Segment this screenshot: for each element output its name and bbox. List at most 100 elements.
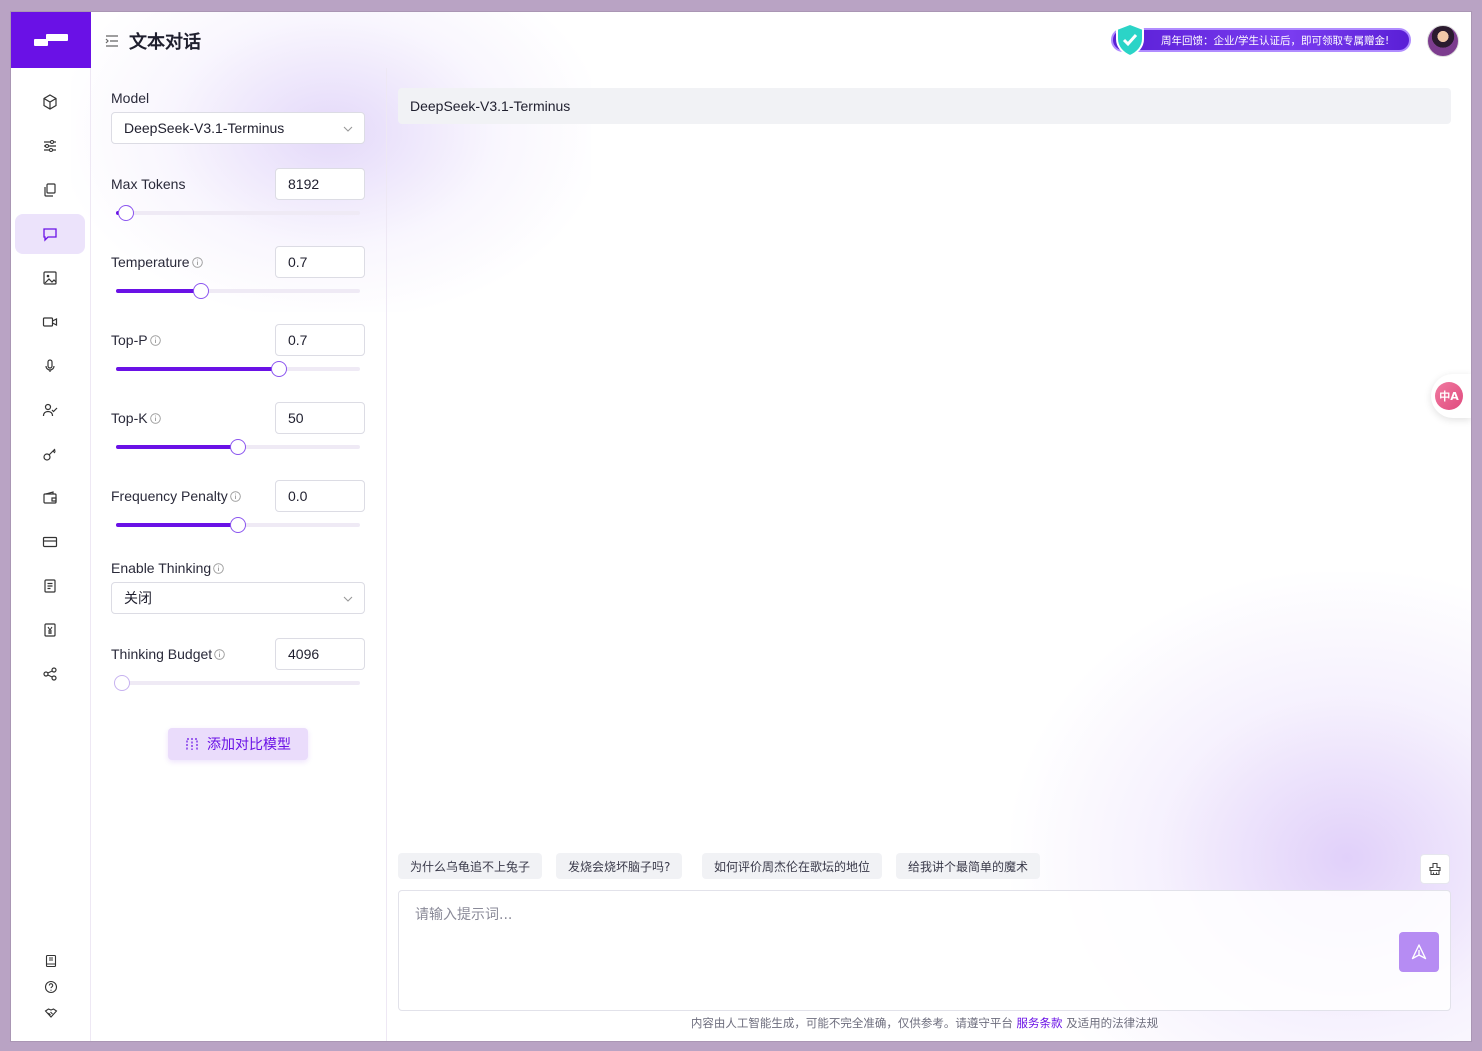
thinking-budget-slider[interactable] <box>114 675 360 691</box>
promo-banner[interactable]: 周年回馈：企业/学生认证后，即可领取专属赠金! <box>1111 22 1411 58</box>
frequency-penalty-value: 0.0 <box>288 488 308 504</box>
model-select[interactable]: DeepSeek-V3.1-Terminus <box>111 112 365 144</box>
app-window: 文本对话 周年回馈：企业/学生认证后，即可领取专属赠金! Model DeepS… <box>11 12 1471 1041</box>
prompt-input[interactable]: 请输入提示词... <box>398 890 1451 1011</box>
info-icon[interactable] <box>213 562 224 574</box>
sidebar-item-docs[interactable] <box>15 566 85 606</box>
add-compare-model-button[interactable]: 添加对比模型 <box>168 728 308 760</box>
max-tokens-slider[interactable] <box>116 205 360 221</box>
app-logo[interactable] <box>11 12 91 68</box>
menu-toggle-icon[interactable] <box>105 35 119 47</box>
model-label: Model <box>111 90 149 106</box>
top-k-slider-handle[interactable] <box>230 439 246 455</box>
sidebar-item-help[interactable] <box>11 980 91 994</box>
thinking-budget-input[interactable]: 4096 <box>275 638 365 670</box>
sidebar-item-models[interactable] <box>15 82 85 122</box>
key-icon <box>43 448 56 461</box>
top-k-slider-fill <box>116 445 238 449</box>
model-label-text: Model <box>111 90 150 106</box>
temperature-label-text: Temperature <box>111 254 190 270</box>
frequency-penalty-slider-handle[interactable] <box>230 517 246 533</box>
info-icon[interactable] <box>229 490 241 502</box>
sliders-icon <box>44 140 56 152</box>
settings-panel: Model DeepSeek-V3.1-Terminus Max Tokens … <box>91 68 387 1041</box>
current-model-name: DeepSeek-V3.1-Terminus <box>410 98 571 114</box>
max-tokens-input[interactable]: 8192 <box>275 168 365 200</box>
sidebar-item-video[interactable] <box>15 302 85 342</box>
handshake-icon <box>44 1008 58 1018</box>
suggestion-text: 为什么乌龟追不上兔子 <box>410 859 531 874</box>
broom-icon <box>1429 862 1441 876</box>
temperature-slider-fill <box>116 289 201 293</box>
thinking-budget-label: Thinking Budget <box>111 646 225 662</box>
send-icon <box>1411 944 1427 960</box>
credit-card-icon <box>42 536 58 548</box>
sidebar-item-share[interactable] <box>15 654 85 694</box>
temperature-slider[interactable] <box>116 283 360 299</box>
chevron-down-icon <box>343 596 353 602</box>
user-check-icon <box>42 403 58 417</box>
prompt-placeholder: 请输入提示词... <box>415 907 513 923</box>
suggestion-text: 如何评价周杰伦在歌坛的地位 <box>714 859 871 874</box>
sidebar-item-partners[interactable] <box>11 1006 91 1020</box>
promo-text: 周年回馈：企业/学生认证后，即可领取专属赠金! <box>1161 34 1390 47</box>
yen-icon <box>44 623 56 637</box>
sidebar-item-manual[interactable] <box>11 954 91 968</box>
share-icon <box>43 667 57 681</box>
thinking-budget-label-text: Thinking Budget <box>111 646 213 662</box>
clear-chat-button[interactable] <box>1420 854 1450 884</box>
sidebar-item-api-keys[interactable] <box>15 434 85 474</box>
frequency-penalty-label-text: Frequency Penalty <box>111 488 228 504</box>
sidebar-item-wallet[interactable] <box>15 478 85 518</box>
sidebar-item-finetune[interactable] <box>15 126 85 166</box>
top-p-slider[interactable] <box>116 361 360 377</box>
user-avatar[interactable] <box>1427 25 1459 57</box>
info-icon[interactable] <box>149 412 161 424</box>
shield-check-icon <box>1111 21 1149 62</box>
page-header: 文本对话 <box>105 28 201 54</box>
max-tokens-slider-handle[interactable] <box>118 205 134 221</box>
send-button[interactable] <box>1399 932 1439 972</box>
translate-icon: 中A <box>1435 382 1463 410</box>
info-icon[interactable] <box>149 334 161 346</box>
top-p-input[interactable]: 0.7 <box>275 324 365 356</box>
suggestion-chip[interactable]: 发烧会烧坏脑子吗? <box>556 853 683 879</box>
sidebar-item-account[interactable] <box>15 390 85 430</box>
frequency-penalty-slider[interactable] <box>116 517 360 533</box>
add-compare-model-label: 添加对比模型 <box>207 737 291 753</box>
book-icon <box>45 954 57 968</box>
thinking-budget-slider-handle[interactable] <box>114 675 130 691</box>
sidebar-item-audio[interactable] <box>15 346 85 386</box>
info-icon[interactable] <box>214 648 225 660</box>
model-select-value: DeepSeek-V3.1-Terminus <box>124 120 285 136</box>
top-k-label: Top-K <box>111 410 161 426</box>
enable-thinking-select[interactable]: 关闭 <box>111 582 365 614</box>
suggestion-chip[interactable]: 为什么乌龟追不上兔子 <box>398 853 543 879</box>
info-icon[interactable] <box>191 256 203 268</box>
top-p-slider-handle[interactable] <box>271 361 287 377</box>
translate-button[interactable]: 中A <box>1431 374 1471 418</box>
disclaimer-suffix: 及适用的法律法规 <box>1066 1016 1159 1030</box>
help-icon <box>44 980 58 994</box>
chevron-down-icon <box>343 126 353 132</box>
cube-icon <box>43 94 57 110</box>
suggestion-chip[interactable]: 给我讲个最简单的魔术 <box>896 853 1041 879</box>
sidebar-item-image[interactable] <box>15 258 85 298</box>
temperature-slider-handle[interactable] <box>193 283 209 299</box>
sidebar-item-chat[interactable] <box>15 214 85 254</box>
sidebar-item-pricing[interactable] <box>15 610 85 650</box>
wallet-icon <box>43 491 57 504</box>
top-k-input[interactable]: 50 <box>275 402 365 434</box>
top-k-slider[interactable] <box>116 439 360 455</box>
frequency-penalty-slider-fill <box>116 523 238 527</box>
sidebar-item-billing[interactable] <box>15 522 85 562</box>
microphone-icon <box>45 359 55 372</box>
image-icon <box>43 271 57 285</box>
suggestion-chip[interactable]: 如何评价周杰伦在歌坛的地位 <box>702 853 883 879</box>
temperature-input[interactable]: 0.7 <box>275 246 365 278</box>
sidebar-item-files[interactable] <box>15 170 85 210</box>
frequency-penalty-input[interactable]: 0.0 <box>275 480 365 512</box>
terms-link[interactable]: 服务条款 <box>1017 1016 1063 1030</box>
top-p-slider-fill <box>116 367 279 371</box>
document-icon <box>44 579 56 593</box>
